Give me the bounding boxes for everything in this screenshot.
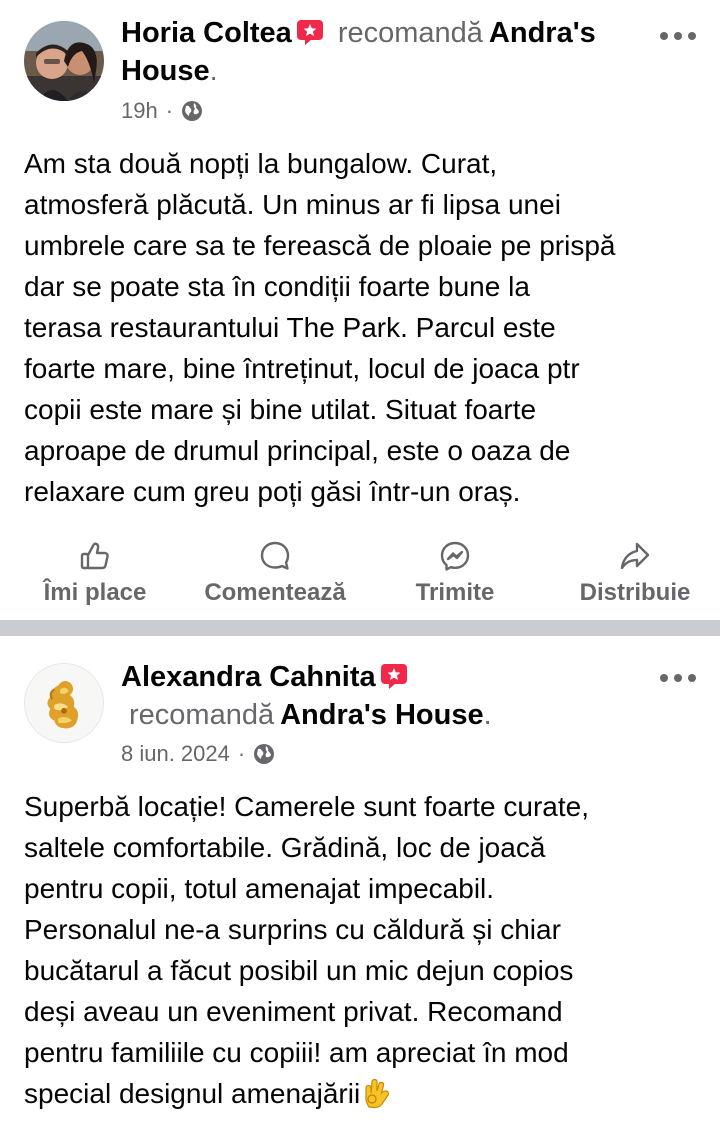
period: . — [483, 699, 492, 731]
timestamp[interactable]: 8 iun. 2024 — [121, 740, 230, 768]
globe-icon — [181, 100, 203, 122]
messenger-icon — [439, 540, 471, 572]
post-header: Alexandra Cahnita recomandă Andra's House. — [121, 658, 641, 734]
review-text: Superbă locație! Camerele sunt foarte cu… — [24, 791, 589, 1109]
post-header: Horia Coltea recomandă Andra's House. — [121, 14, 641, 90]
post-meta: 8 iun. 2024 · — [121, 740, 275, 768]
post-meta: 19h · — [121, 97, 203, 125]
period: . — [209, 55, 218, 87]
share-arrow-icon — [619, 540, 651, 572]
post-separator — [0, 620, 720, 636]
send-label: Trimite — [415, 579, 495, 606]
send-button[interactable]: Trimite — [400, 540, 510, 610]
more-options-icon[interactable] — [658, 26, 698, 46]
page-name[interactable]: Andra's House — [280, 699, 484, 731]
share-button[interactable]: Distribuie — [570, 540, 700, 610]
more-options-icon[interactable] — [658, 668, 698, 688]
ok-hand-emoji-icon — [360, 1077, 392, 1109]
author-avatar[interactable] — [24, 663, 104, 743]
like-button[interactable]: Îmi place — [30, 540, 160, 610]
author-name[interactable]: Alexandra Cahnita — [121, 661, 376, 693]
review-text: Am sta două nopți la bungalow. Curat, at… — [24, 148, 616, 507]
recommend-verb: recomandă — [337, 17, 483, 49]
action-bar: Îmi place Comentează Trimite Distribuie — [0, 540, 720, 610]
meta-separator: · — [237, 741, 246, 766]
share-label: Distribuie — [579, 579, 691, 606]
meta-separator: · — [165, 98, 174, 123]
comment-button[interactable]: Comentează — [195, 540, 355, 610]
comment-icon — [259, 540, 291, 572]
recommend-verb: recomandă — [129, 699, 275, 731]
globe-icon — [253, 743, 275, 765]
recommend-badge-icon — [380, 663, 408, 689]
like-label: Îmi place — [43, 579, 147, 606]
author-name[interactable]: Horia Coltea — [121, 17, 292, 49]
timestamp[interactable]: 19h — [121, 97, 158, 125]
comment-label: Comentează — [204, 579, 346, 606]
thumbs-up-icon — [79, 540, 111, 572]
author-avatar[interactable] — [24, 21, 104, 101]
recommend-badge-icon — [296, 19, 324, 45]
review-post: Horia Coltea recomandă Andra's House. 19h … — [0, 0, 720, 620]
review-text-container: Superbă locație! Camerele sunt foarte cu… — [24, 786, 700, 1114]
review-post: Alexandra Cahnita recomandă Andra's House.… — [0, 636, 720, 1148]
